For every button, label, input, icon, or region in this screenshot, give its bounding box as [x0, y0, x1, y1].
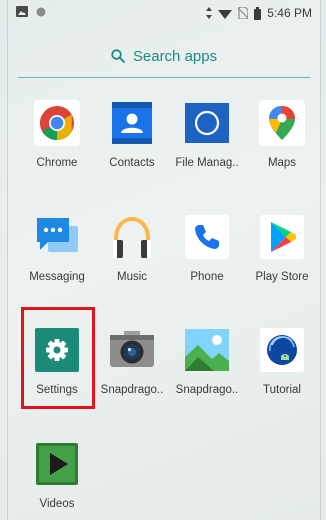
app-messaging[interactable]: Messaging: [19, 213, 95, 283]
settings-highlight-box: [21, 307, 95, 409]
status-bar: 5:46 PM: [8, 0, 320, 26]
maps-icon: [259, 100, 305, 146]
app-tutorial[interactable]: Tutorial: [244, 326, 320, 396]
messaging-icon: [37, 218, 78, 252]
app-snapdragon-gallery[interactable]: Snapdrago..: [169, 326, 245, 396]
app-maps[interactable]: Maps: [244, 99, 320, 169]
app-label: Snapdrago..: [175, 384, 239, 396]
app-label: File Manag..: [175, 157, 239, 169]
app-file-manager[interactable]: File Manag..: [169, 99, 245, 169]
app-label: Chrome: [36, 157, 78, 169]
app-play-store[interactable]: Play Store: [244, 213, 320, 283]
app-label: Phone: [190, 271, 224, 283]
contacts-icon: [112, 102, 152, 144]
app-chrome[interactable]: Chrome: [19, 99, 95, 169]
camera-icon: [110, 331, 154, 367]
status-time: 5:46 PM: [267, 6, 312, 20]
app-contacts[interactable]: Contacts: [94, 99, 170, 169]
app-videos[interactable]: Videos: [19, 440, 95, 510]
app-label: Videos: [39, 498, 75, 510]
headphones-icon: [113, 216, 151, 258]
gallery-icon: [185, 329, 229, 371]
app-label: Music: [116, 271, 148, 283]
app-music[interactable]: Music: [94, 213, 170, 283]
search-underline: [18, 77, 310, 78]
videos-play-icon: [36, 443, 78, 485]
play-store-icon: [260, 215, 304, 259]
search-apps-field[interactable]: Search apps: [18, 38, 310, 74]
battery-icon: [254, 6, 262, 20]
app-snapdragon-camera[interactable]: Snapdrago..: [94, 326, 170, 396]
file-manager-icon: [185, 103, 229, 143]
app-label: Tutorial: [263, 384, 301, 396]
app-label: Contacts: [109, 157, 155, 169]
app-drawer: 5:46 PM Search apps Chrome Contacts File…: [7, 0, 321, 520]
app-label: Messaging: [29, 271, 85, 283]
search-placeholder: Search apps: [132, 47, 218, 65]
chrome-icon: [34, 100, 80, 146]
app-phone[interactable]: Phone: [169, 213, 245, 283]
app-label: Snapdrago..: [100, 384, 164, 396]
circle-notification-icon: [36, 7, 46, 16]
app-label: Play Store: [255, 271, 309, 283]
wifi-icon: [218, 9, 233, 19]
data-transfer-icon: [206, 7, 213, 19]
no-sim-icon: [238, 7, 249, 19]
gallery-notification-icon: [16, 6, 28, 17]
app-label: Maps: [267, 157, 297, 169]
tutorial-icon: [260, 328, 304, 372]
search-icon: [111, 49, 125, 63]
phone-icon: [185, 215, 229, 259]
